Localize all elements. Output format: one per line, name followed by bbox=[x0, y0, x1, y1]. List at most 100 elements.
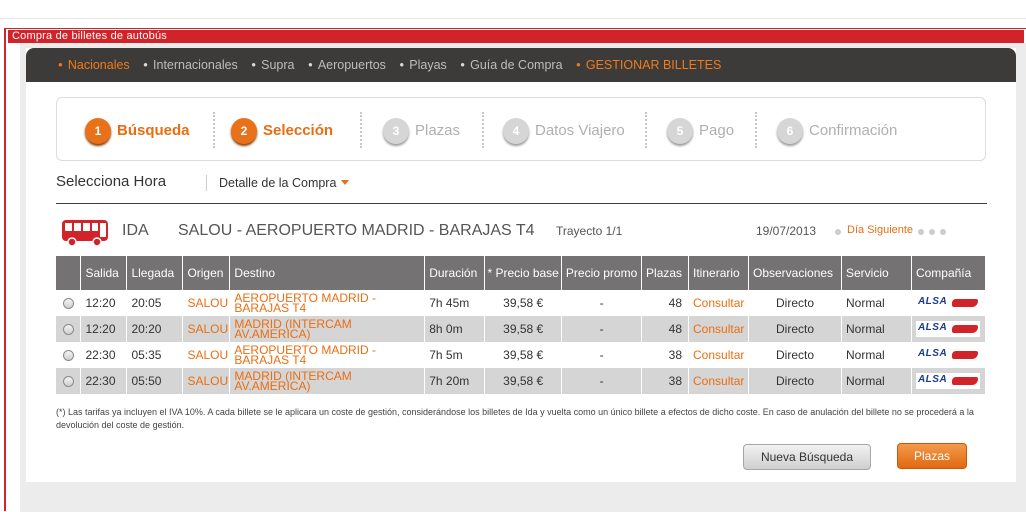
cell-precio-base: 39,58 € bbox=[484, 368, 563, 394]
purchase-detail-dropdown[interactable]: Detalle de la Compra bbox=[206, 175, 350, 191]
step-number: 5 bbox=[667, 118, 693, 144]
itinerary-link[interactable]: Consultar bbox=[688, 316, 749, 342]
chevron-down-icon bbox=[341, 180, 350, 185]
cell-precio-promo: - bbox=[561, 342, 643, 368]
table-row[interactable]: 12:20 20:05 SALOU AEROPUERTO MADRID - BA… bbox=[56, 290, 987, 316]
cell-servicio: Normal bbox=[841, 342, 912, 368]
nav-item-playas[interactable]: Playas bbox=[399, 58, 447, 72]
nav-item-internacionales[interactable]: Internacionales bbox=[143, 58, 238, 72]
cell-compania: ALSA bbox=[911, 290, 987, 316]
cell-precio-base: 39,58 € bbox=[484, 342, 563, 368]
direction-label: IDA bbox=[122, 222, 149, 239]
col-header-origen: Origen bbox=[182, 256, 231, 290]
step-label: Datos Viajero bbox=[535, 122, 625, 139]
cell-llegada: 20:05 bbox=[126, 290, 184, 316]
step-label: Plazas bbox=[415, 122, 461, 139]
step-separator bbox=[755, 112, 757, 148]
nav-item-supra[interactable]: Supra bbox=[251, 58, 294, 72]
radio-button[interactable] bbox=[62, 376, 74, 388]
step-confirmacion: 6 Confirmación bbox=[777, 118, 897, 144]
step-seleccion: 2 Selección bbox=[231, 118, 333, 144]
alsa-logo: ALSA bbox=[915, 347, 980, 363]
cell-origen: SALOU bbox=[182, 368, 231, 394]
step-datos-viajero: 4 Datos Viajero bbox=[503, 118, 625, 144]
purchase-detail-label: Detalle de la Compra bbox=[219, 176, 337, 190]
radio-button[interactable] bbox=[62, 350, 74, 362]
nav-item-aeropuertos[interactable]: Aeropuertos bbox=[308, 58, 386, 72]
cell-precio-promo: - bbox=[561, 316, 643, 342]
progress-steps: 1 Búsqueda 2 Selección 3 Plazas 4 Datos Viaj… bbox=[56, 97, 986, 161]
step-number: 4 bbox=[503, 118, 529, 144]
cell-servicio: Normal bbox=[841, 316, 912, 342]
plazas-button[interactable]: Plazas bbox=[897, 443, 967, 469]
table-row[interactable]: 22:30 05:50 SALOU MADRID (INTERCAM AV.AM… bbox=[56, 368, 987, 394]
alsa-logo: ALSA bbox=[915, 373, 980, 389]
row-select-cell bbox=[56, 342, 82, 368]
radio-button[interactable] bbox=[62, 324, 74, 336]
results-table: Salida Llegada Origen Destino Duración *… bbox=[56, 256, 987, 394]
cell-observaciones: Directo bbox=[748, 368, 842, 394]
cell-destino: AEROPUERTO MADRID - BARAJAS T4 bbox=[229, 290, 426, 316]
table-row[interactable]: 22:30 05:35 SALOU AEROPUERTO MADRID - BA… bbox=[56, 342, 987, 368]
cell-salida: 12:20 bbox=[80, 316, 128, 342]
cell-compania: ALSA bbox=[911, 342, 987, 368]
route-label: SALOU - AEROPUERTO MADRID - BARAJAS T4 bbox=[178, 222, 535, 239]
col-header-itinerario: Itinerario bbox=[688, 256, 749, 290]
table-row[interactable]: 12:20 20:20 SALOU MADRID (INTERCAM AV.AM… bbox=[56, 316, 987, 342]
nav-item-gestionar-billetes[interactable]: GESTIONAR BILLETES bbox=[576, 58, 721, 72]
dot-icon bbox=[940, 229, 946, 235]
cell-llegada: 20:20 bbox=[126, 316, 184, 342]
main-panel: Nacionales Internacionales Supra Aeropue… bbox=[26, 48, 1016, 482]
alsa-logo-text: ALSA bbox=[917, 348, 948, 359]
step-busqueda[interactable]: 1 Búsqueda bbox=[85, 118, 190, 144]
col-header-precio-promo: Precio promo bbox=[561, 256, 643, 290]
cell-origen: SALOU bbox=[182, 316, 231, 342]
cell-llegada: 05:35 bbox=[126, 342, 184, 368]
cell-precio-base: 39,58 € bbox=[484, 290, 563, 316]
cell-observaciones: Directo bbox=[748, 290, 842, 316]
nav-item-guia-de-compra[interactable]: Guía de Compra bbox=[460, 58, 562, 72]
col-header-plazas: Plazas bbox=[641, 256, 690, 290]
col-header-salida: Salida bbox=[80, 256, 128, 290]
row-select-cell bbox=[56, 368, 82, 394]
radio-button[interactable] bbox=[62, 298, 74, 310]
cell-duracion: 7h 20m bbox=[424, 368, 486, 394]
step-number: 1 bbox=[85, 118, 111, 144]
tax-note: (*) Las tarifas ya incluyen el IVA 10%. … bbox=[56, 407, 974, 430]
cell-plazas: 48 bbox=[641, 290, 690, 316]
col-header-select bbox=[56, 256, 82, 290]
cell-origen: SALOU bbox=[182, 290, 231, 316]
alsa-logo: ALSA bbox=[915, 321, 980, 337]
itinerary-link[interactable]: Consultar bbox=[688, 342, 749, 368]
step-separator bbox=[360, 112, 362, 148]
step-separator bbox=[213, 112, 215, 148]
itinerary-link[interactable]: Consultar bbox=[688, 290, 749, 316]
alsa-logo-bus bbox=[951, 299, 978, 307]
col-header-compania: Compañía bbox=[911, 256, 987, 290]
next-day-link[interactable]: Día Siguiente bbox=[847, 224, 913, 236]
itinerary-link[interactable]: Consultar bbox=[688, 368, 749, 394]
col-header-duracion: Duración bbox=[424, 256, 486, 290]
cell-destino: MADRID (INTERCAM AV.AMERICA) bbox=[229, 316, 426, 342]
cell-duracion: 7h 5m bbox=[424, 342, 486, 368]
cell-salida: 12:20 bbox=[80, 290, 128, 316]
app-frame: Compra de billetes de autobús Nacionales… bbox=[4, 28, 1026, 512]
step-number: 2 bbox=[231, 118, 257, 144]
alsa-logo-text: ALSA bbox=[917, 374, 948, 385]
step-label: Confirmación bbox=[809, 122, 898, 139]
cell-servicio: Normal bbox=[841, 368, 912, 394]
window-title: Compra de billetes de autobús bbox=[8, 30, 1024, 43]
dot-icon bbox=[835, 229, 841, 235]
step-number: 6 bbox=[777, 118, 803, 144]
cell-compania: ALSA bbox=[911, 368, 987, 394]
step-label: Búsqueda bbox=[117, 122, 190, 139]
cell-origen: SALOU bbox=[182, 342, 231, 368]
dot-icon bbox=[918, 229, 924, 235]
alsa-logo-bus bbox=[951, 351, 978, 359]
nav-item-nacionales[interactable]: Nacionales bbox=[58, 58, 130, 72]
cell-plazas: 48 bbox=[641, 316, 690, 342]
step-number: 3 bbox=[383, 118, 409, 144]
content-canvas: Nacionales Internacionales Supra Aeropue… bbox=[20, 43, 1026, 512]
alsa-logo: ALSA bbox=[915, 295, 980, 311]
new-search-button[interactable]: Nueva Búsqueda bbox=[743, 444, 871, 470]
